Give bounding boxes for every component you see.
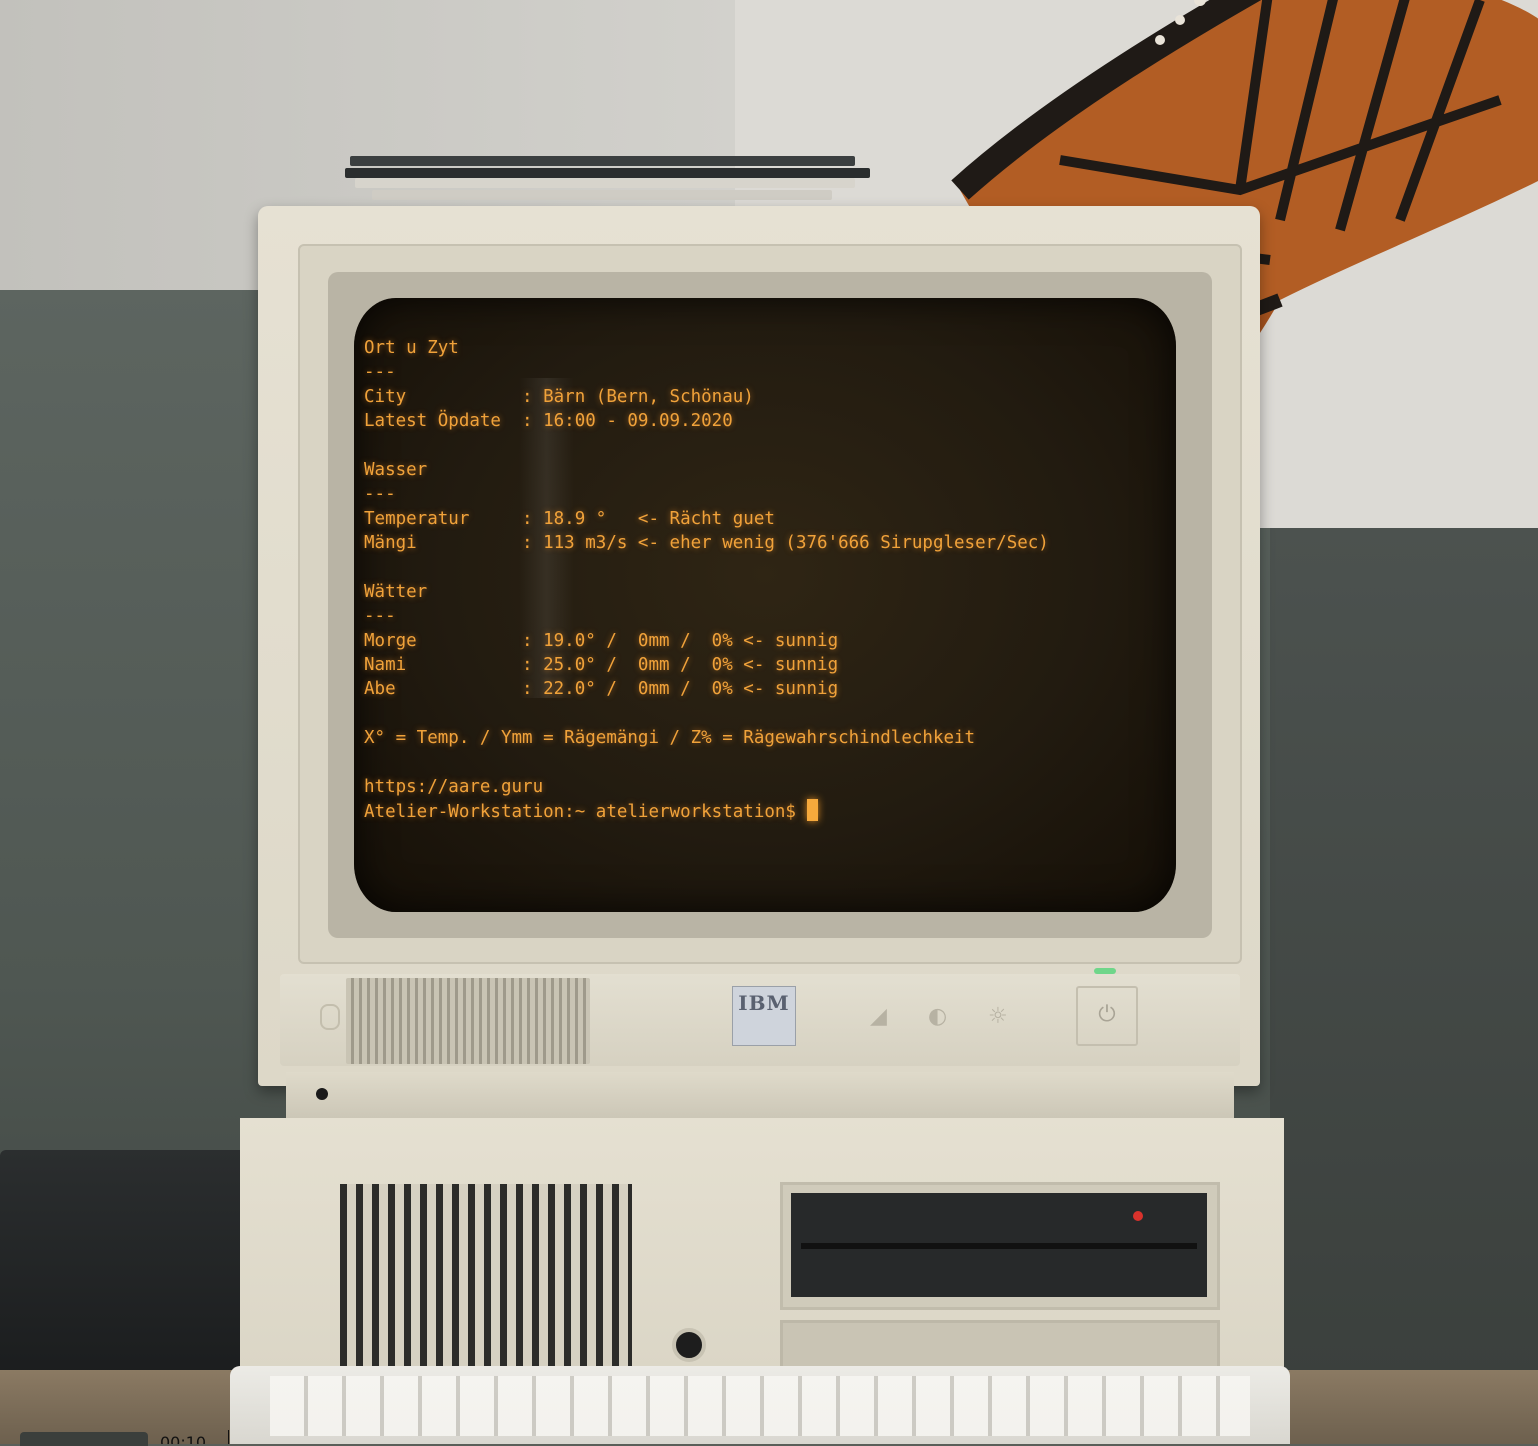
monitor-front-panel: IBM ◢ ◐ ☼ ⏻ [280,968,1240,1066]
text-cursor [806,799,818,822]
terminal-line: Wasser [364,459,428,480]
brand-badge: IBM [732,986,796,1046]
terminal-line: Morge : 19.0° / 0mm / 0% <- sunnig [364,630,839,651]
keyboard[interactable] [230,1366,1290,1444]
floppy-slot[interactable] [801,1243,1197,1249]
terminal-line: X° = Temp. / Ymm = Rägemängi / Z% = Räge… [364,728,976,749]
volume-icon[interactable]: ◢ [870,1004,887,1029]
floppy-disk [350,156,855,166]
terminal-line: Abe : 22.0° / 0mm / 0% <- sunnig [364,679,839,700]
keyboard-keys[interactable] [270,1376,1250,1436]
video-timestamp: 00:10 [160,1433,207,1444]
brightness-icon[interactable]: ☼ [988,1004,1008,1029]
floppy-drive-bay [780,1182,1220,1310]
keylock-icon[interactable] [672,1328,706,1362]
terminal-line: --- [364,362,396,383]
terminal-line: Latest Öpdate : 16:00 - 09.09.2020 [364,411,733,432]
floppy-drive[interactable] [791,1193,1207,1297]
crt-monitor: Ort u Zyt --- City : Bärn (Bern, Schönau) L… [258,206,1260,1148]
base-indicator [316,1088,328,1100]
poster-shadow [1270,528,1538,1428]
video-playhead[interactable] [228,1430,229,1444]
contrast-knob[interactable] [320,1004,340,1030]
terminal-line: --- [364,484,396,505]
terminal-prompt-line[interactable]: Atelier-Workstation:~ atelierworkstation… [364,799,1049,823]
floppy-disk [345,168,870,178]
terminal-line: Temperatur : 18.9 ° <- Rächt guet [364,508,775,529]
brand-logo: IBM [738,991,790,1015]
crt-screen[interactable]: Ort u Zyt --- City : Bärn (Bern, Schönau) L… [354,298,1176,912]
drive-led [1133,1211,1143,1221]
power-button[interactable]: ⏻ [1076,986,1138,1046]
terminal-line: --- [364,606,396,627]
terminal-line: City : Bärn (Bern, Schönau) [364,386,754,407]
speaker-grille [346,978,590,1064]
floppy-disk [355,178,855,188]
terminal-line: https://aare.guru [364,777,544,798]
contrast-icon[interactable]: ◐ [928,1004,947,1029]
terminal-output: Ort u Zyt --- City : Bärn (Bern, Schönau) L… [364,336,1049,824]
terminal-prompt: Atelier-Workstation:~ atelierworkstation… [364,802,807,823]
terminal-line: Mängi : 113 m3/s <- eher wenig (376'666 … [364,533,1049,554]
power-led [1094,968,1116,974]
terminal-line: Wätter [364,581,428,602]
floppy-disk [372,190,832,200]
monitor-base [286,1072,1234,1120]
terminal-line: Ort u Zyt [364,338,459,358]
power-icon: ⏻ [1098,1002,1116,1027]
terminal-line: Nami : 25.0° / 0mm / 0% <- sunnig [364,655,839,676]
